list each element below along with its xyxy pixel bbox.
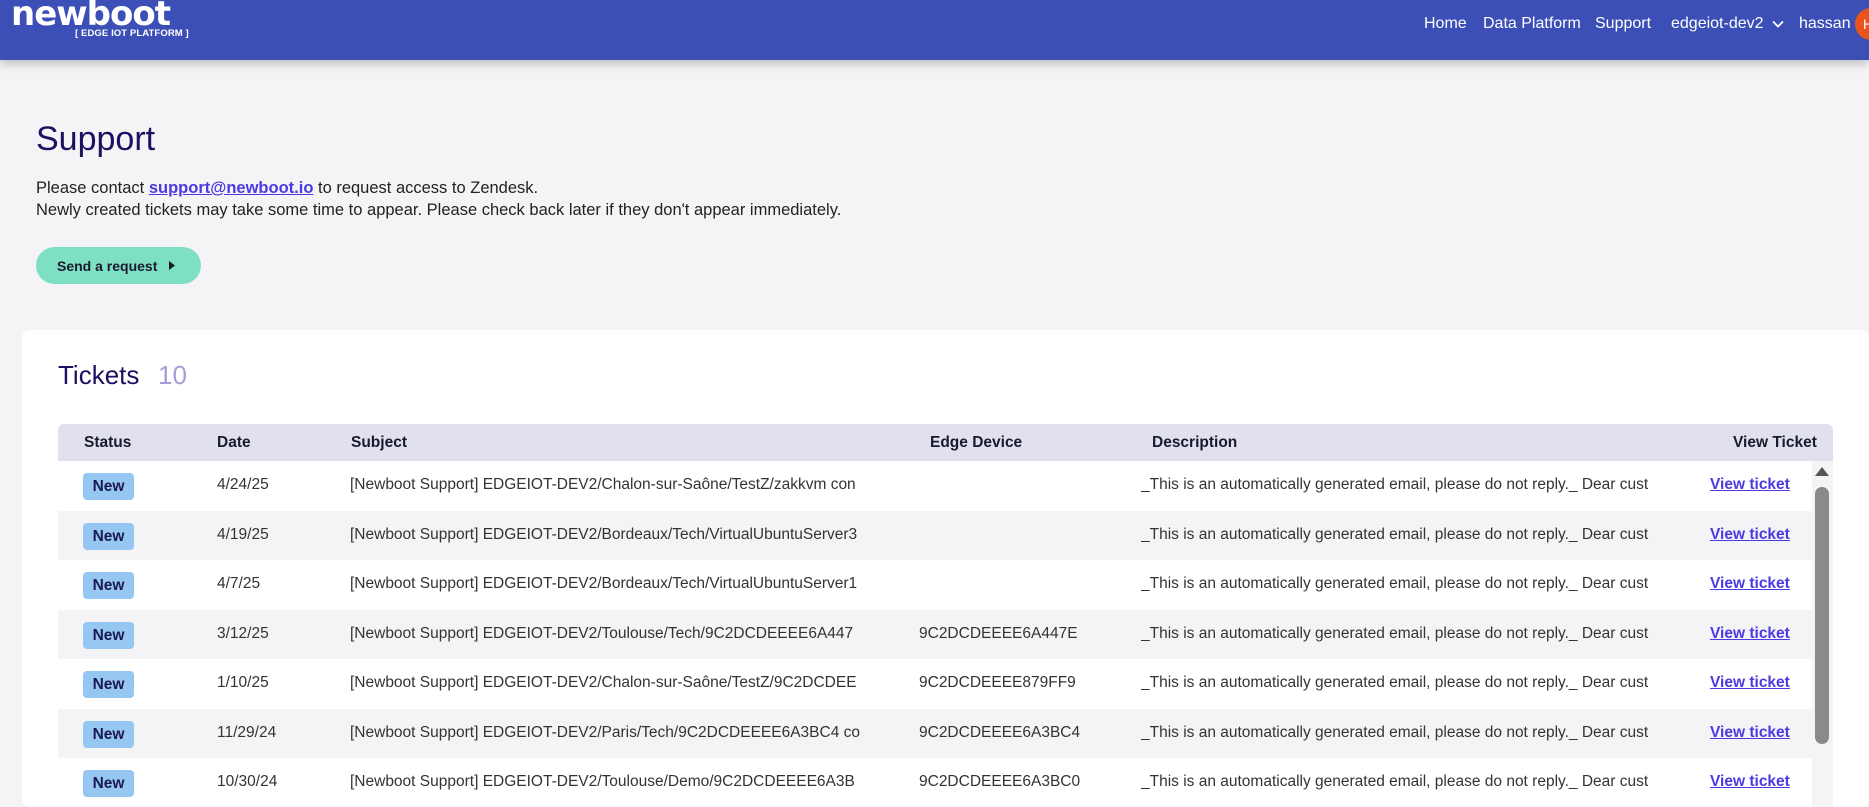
table-row: New 11/29/24 [Newboot Support] EDGEIOT-D…	[58, 708, 1812, 758]
ticket-description: _This is an automatically generated emai…	[1141, 525, 1649, 543]
column-header-status[interactable]: Status	[84, 434, 131, 452]
support-email-link[interactable]: support@newboot.io	[149, 179, 314, 197]
ticket-date: 4/7/25	[217, 575, 261, 592]
ticket-subject: [Newboot Support] EDGEIOT-DEV2/Bordeaux/…	[350, 525, 858, 543]
nav-support-link[interactable]: Support	[1595, 15, 1651, 33]
column-header-subject[interactable]: Subject	[351, 434, 407, 452]
info-line-2: Newly created tickets may take some time…	[36, 201, 842, 219]
nav-home-link[interactable]: Home	[1424, 15, 1467, 33]
support-info-text: Please contact support@newboot.io to req…	[36, 177, 841, 221]
avatar[interactable]: H	[1855, 8, 1869, 40]
tickets-title: Tickets	[58, 360, 140, 390]
chevron-down-icon	[1771, 20, 1784, 28]
send-request-label: Send a request	[57, 257, 158, 274]
table-row: New 1/10/25 [Newboot Support] EDGEIOT-DE…	[58, 659, 1812, 709]
ticket-date: 4/19/25	[217, 525, 269, 543]
scrollbar-thumb[interactable]	[1815, 487, 1829, 744]
info-line-1: Please contact support@newboot.io to req…	[36, 177, 841, 199]
table-row: New 4/19/25 [Newboot Support] EDGEIOT-DE…	[58, 510, 1812, 560]
ticket-subject: [Newboot Support] EDGEIOT-DEV2/Paris/Tec…	[350, 723, 860, 741]
ticket-description: _This is an automatically generated emai…	[1141, 723, 1649, 741]
ticket-subject: [Newboot Support] EDGEIOT-DEV2/Toulouse/…	[350, 773, 855, 790]
ticket-subject: [Newboot Support] EDGEIOT-DEV2/Chalon-su…	[350, 674, 857, 691]
ticket-description: _This is an automatically generated emai…	[1141, 773, 1649, 790]
ticket-date: 4/24/25	[217, 476, 269, 493]
status-badge: New	[83, 522, 134, 550]
tickets-table-header: Status Date Subject Edge Device Descript…	[58, 424, 1833, 461]
logo-subtitle: [ EDGE IOT PLATFORM ]	[75, 28, 189, 39]
newboot-logo[interactable]: newboot [ EDGE IOT PLATFORM ]	[11, 0, 189, 39]
nav-data-platform-link[interactable]: Data Platform	[1483, 15, 1581, 33]
page-title: Support	[36, 120, 156, 158]
ticket-edge-device: 9C2DCDEEEE6A447E	[919, 624, 1078, 642]
org-selector-label: edgeiot-dev2	[1671, 15, 1764, 32]
table-row: New 4/24/25 [Newboot Support] EDGEIOT-DE…	[58, 461, 1812, 511]
table-row: New 3/12/25 [Newboot Support] EDGEIOT-DE…	[58, 609, 1812, 659]
status-badge: New	[83, 671, 134, 698]
view-ticket-link[interactable]: View ticket	[1710, 526, 1790, 544]
view-ticket-link[interactable]: View ticket	[1710, 674, 1790, 692]
ticket-subject: [Newboot Support] EDGEIOT-DEV2/Bordeaux/…	[350, 575, 858, 592]
ticket-subject: [Newboot Support] EDGEIOT-DEV2/Toulouse/…	[350, 624, 854, 642]
ticket-date: 1/10/25	[217, 674, 269, 691]
tickets-count: 10	[158, 360, 187, 390]
column-header-description[interactable]: Description	[1152, 434, 1237, 452]
info-suffix: to request access to Zendesk.	[313, 179, 539, 197]
view-ticket-link[interactable]: View ticket	[1710, 773, 1790, 791]
top-navbar: newboot [ EDGE IOT PLATFORM ] Home Data …	[0, 0, 1869, 60]
send-request-button[interactable]: Send a request	[36, 247, 201, 284]
view-ticket-link[interactable]: View ticket	[1710, 625, 1790, 643]
view-ticket-link[interactable]: View ticket	[1710, 724, 1790, 742]
ticket-description: _This is an automatically generated emai…	[1141, 575, 1649, 592]
user-name[interactable]: hassan	[1799, 15, 1851, 33]
ticket-description: _This is an automatically generated emai…	[1141, 624, 1649, 642]
ticket-description: _This is an automatically generated emai…	[1141, 674, 1649, 691]
ticket-date: 3/12/25	[217, 624, 269, 642]
column-header-edge-device[interactable]: Edge Device	[930, 434, 1022, 452]
column-header-date[interactable]: Date	[217, 434, 251, 452]
status-badge: New	[83, 473, 134, 500]
status-badge: New	[83, 770, 134, 797]
ticket-date: 10/30/24	[217, 773, 278, 790]
ticket-subject: [Newboot Support] EDGEIOT-DEV2/Chalon-su…	[350, 476, 856, 493]
status-badge: New	[83, 572, 134, 599]
tickets-table-body: New 4/24/25 [Newboot Support] EDGEIOT-DE…	[58, 461, 1812, 807]
ticket-edge-device: 9C2DCDEEEE6A3BC4	[919, 723, 1081, 741]
view-ticket-link[interactable]: View ticket	[1710, 476, 1790, 494]
ticket-date: 11/29/24	[217, 723, 277, 741]
view-ticket-link[interactable]: View ticket	[1710, 575, 1790, 593]
table-row: New 4/7/25 [Newboot Support] EDGEIOT-DEV…	[58, 560, 1812, 610]
ticket-edge-device: 9C2DCDEEEE6A3BC0	[919, 773, 1081, 790]
scroll-up-arrow-icon[interactable]	[1815, 467, 1829, 476]
column-header-view-ticket[interactable]: View Ticket	[1733, 434, 1817, 452]
caret-right-icon	[169, 261, 176, 270]
status-badge: New	[83, 621, 134, 649]
info-prefix: Please contact	[36, 179, 149, 197]
status-badge: New	[83, 720, 134, 748]
org-selector[interactable]: edgeiot-dev2	[1671, 15, 1784, 33]
ticket-description: _This is an automatically generated emai…	[1141, 476, 1649, 493]
table-row: New 10/30/24 [Newboot Support] EDGEIOT-D…	[58, 758, 1812, 807]
ticket-edge-device: 9C2DCDEEEE879FF9	[919, 674, 1076, 691]
